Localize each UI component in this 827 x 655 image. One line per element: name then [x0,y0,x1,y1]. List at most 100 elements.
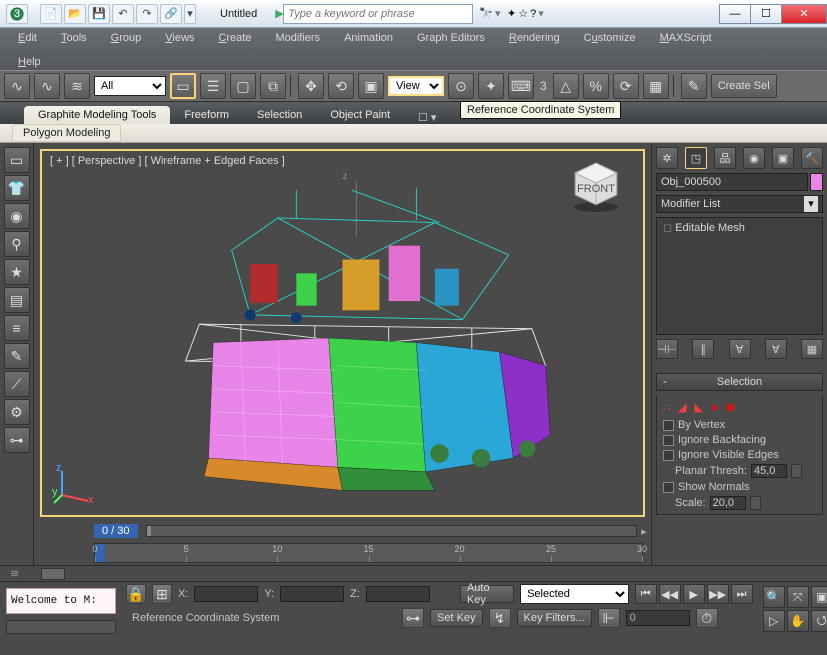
rect-region-icon[interactable]: ▢ [230,73,256,99]
object-name-input[interactable] [656,173,808,191]
z-input[interactable] [366,586,430,602]
maxscript-listener[interactable]: Welcome to M: [6,588,116,614]
curve-editor-icon[interactable]: ≋ [10,567,21,580]
x-input[interactable] [194,586,258,602]
element-level-icon[interactable]: ⬢ [726,401,736,414]
display-tab-icon[interactable]: ▣ [772,147,794,169]
select-by-name-icon[interactable]: ☰ [200,73,226,99]
menu-tools[interactable]: Tools [51,30,97,46]
key-filters-button[interactable]: Key Filters... [517,609,592,627]
reference-coord-dropdown[interactable]: View [388,76,444,96]
pin-stack-icon[interactable]: ⊣⊢ [656,339,678,359]
hierarchy-tab-icon[interactable]: 品 [714,147,736,169]
link-icon[interactable]: 🔗 [160,4,182,24]
stack-icon[interactable]: ≡ [4,315,30,341]
biped-icon[interactable]: ⚲ [4,231,30,257]
box-icon[interactable]: ▭ [4,147,30,173]
current-frame-input[interactable] [626,610,690,626]
ignore-backfacing-checkbox[interactable]: Ignore Backfacing [663,434,816,446]
key-filters-dropdown[interactable]: Selected [520,584,629,604]
edged-faces-icon[interactable]: ▦ [643,73,669,99]
star-icon[interactable]: ★ [4,259,30,285]
menu-animation[interactable]: Animation [334,30,403,46]
menu-maxscript[interactable]: MAXScript [650,30,722,46]
select-object-icon[interactable]: ▭ [170,73,196,99]
menu-create[interactable]: Create [208,30,261,46]
help-icon[interactable]: ? [530,8,536,20]
named-sel-icon[interactable]: ✎ [681,73,707,99]
polygon-level-icon[interactable]: ■ [711,402,718,414]
redo-icon[interactable]: ↷ [136,4,158,24]
create-selection-set-button[interactable]: Create Sel [711,74,777,98]
planar-thresh-input[interactable] [751,464,787,478]
planar-spin-icon[interactable] [791,464,802,478]
remove-modifier-icon[interactable]: ∀ [765,339,787,359]
keyboard-shortcut-icon[interactable]: ⌨ [508,73,534,99]
show-normals-checkbox[interactable]: Show Normals [663,481,816,493]
viewport[interactable]: [ + ] [ Perspective ] [ Wireframe + Edge… [40,149,645,517]
zoom-icon[interactable]: 🔍 [763,586,785,608]
minimize-button[interactable]: — [719,4,751,24]
selection-filter-dropdown[interactable]: All [94,76,166,96]
configure-sets-icon[interactable]: ▦ [801,339,823,359]
menu-edit[interactable]: Edit [8,30,47,46]
menu-rendering[interactable]: Rendering [499,30,570,46]
gear-icon[interactable]: ⚙ [4,399,30,425]
utilities-tab-icon[interactable]: 🔨 [801,147,823,169]
motion-tab-icon[interactable]: ◉ [743,147,765,169]
percent-snap-icon[interactable]: % [583,73,609,99]
tab-selection[interactable]: Selection [243,106,316,124]
auto-key-button[interactable]: Auto Key [460,585,514,603]
zoom-extents-icon[interactable]: ▣ [811,586,827,608]
mini-curve-editor-icon[interactable] [41,568,65,580]
move-tool-icon[interactable]: ✥ [298,73,324,99]
search-input[interactable] [283,4,473,24]
frame-indicator[interactable]: 0 / 30 [94,524,138,538]
set-key-big-icon[interactable]: ⊶ [402,608,424,628]
play-icon[interactable]: ▶ [683,584,705,604]
bind-space-warp-icon[interactable]: ≋ [64,73,90,99]
menu-modifiers[interactable]: Modifiers [265,30,330,46]
menu-help[interactable]: Help [8,54,51,70]
collapse-icon[interactable]: - [663,376,667,388]
edge-level-icon[interactable]: ◢ [678,401,686,414]
app-menu-button[interactable]: 3 [6,4,28,24]
link-chain-icon[interactable]: ⊶ [4,427,30,453]
scale-tool-icon[interactable]: ▣ [358,73,384,99]
tab-graphite[interactable]: Graphite Modeling Tools [24,106,170,124]
vertex-level-icon[interactable]: ∴ [663,401,670,414]
time-slider[interactable] [146,525,637,537]
scale-spin-icon[interactable] [750,496,761,510]
viewport-label[interactable]: [ + ] [ Perspective ] [ Wireframe + Edge… [50,155,285,167]
orbit-icon[interactable]: ⭯ [811,610,827,632]
timeline-ruler[interactable]: 051015202530 [94,543,643,563]
rotate-tool-icon[interactable]: ⟲ [328,73,354,99]
maximize-button[interactable]: ☐ [750,4,782,24]
layers-icon[interactable]: ▤ [4,287,30,313]
y-input[interactable] [280,586,344,602]
set-key-button[interactable]: Set Key [430,609,483,627]
shirt-icon[interactable]: 👕 [4,175,30,201]
unlink-tool-icon[interactable]: ∿ [34,73,60,99]
tab-object-paint[interactable]: Object Paint [316,106,404,124]
tab-freeform[interactable]: Freeform [170,106,243,124]
zoom-all-icon[interactable]: ⤧ [787,586,809,608]
next-frame-icon[interactable]: ▶▶ [707,584,729,604]
make-unique-icon[interactable]: ∀ [729,339,751,359]
save-file-icon[interactable]: 💾 [88,4,110,24]
create-tab-icon[interactable]: ✲ [656,147,678,169]
binoculars-icon[interactable]: 🔭 [479,7,493,20]
rollout-selection-header[interactable]: - Selection [656,373,823,391]
goto-end-icon[interactable]: ⏭ [731,584,753,604]
macro-recorder[interactable] [6,620,116,634]
face-level-icon[interactable]: ◣ [694,401,702,414]
absolute-mode-icon[interactable]: ⊞ [152,584,172,604]
ignore-visible-edges-checkbox[interactable]: Ignore Visible Edges [663,449,816,461]
show-end-result-icon[interactable]: ∥ [692,339,714,359]
manipulate-icon[interactable]: ✦ [478,73,504,99]
qat-dropdown-icon[interactable]: ▾ [184,4,196,24]
communication-icon[interactable]: ☆ [518,7,528,20]
pivot-center-icon[interactable]: ⊙ [448,73,474,99]
sphere-icon[interactable]: ◉ [4,203,30,229]
undo-icon[interactable]: ↶ [112,4,134,24]
